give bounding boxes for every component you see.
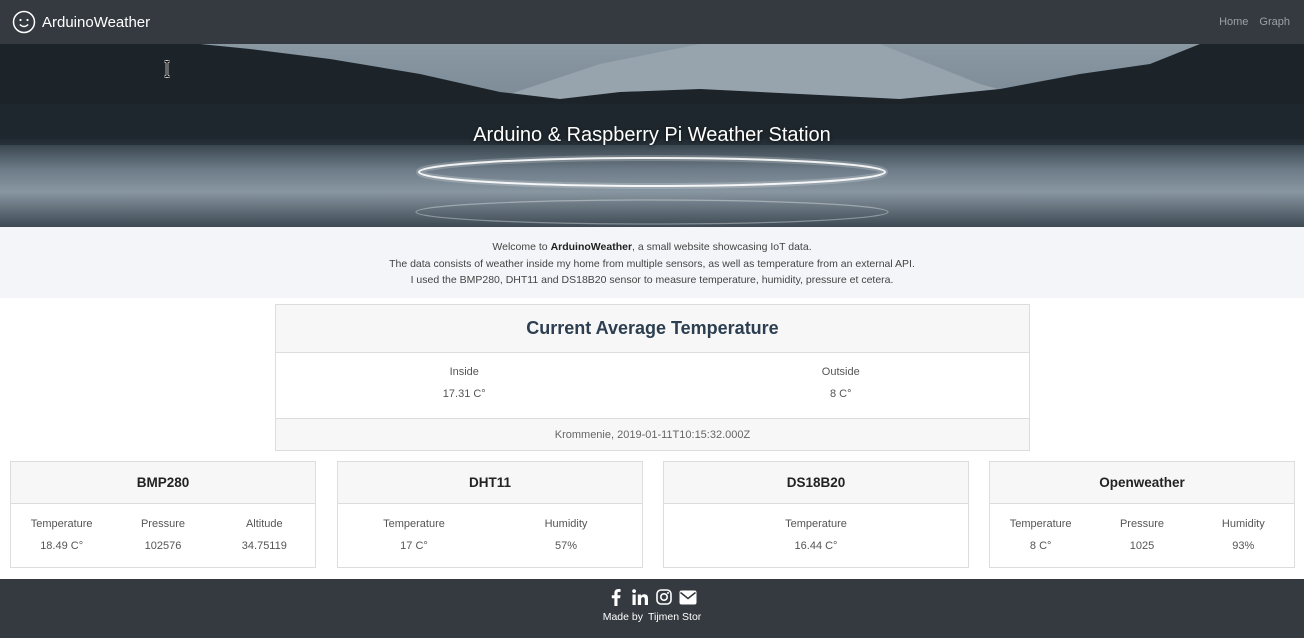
- sensor-field: Humidity 93%: [1193, 518, 1294, 552]
- field-value: 17 C°: [400, 540, 428, 552]
- sensor-field: Pressure 1025: [1091, 518, 1192, 552]
- field-value: 93%: [1232, 540, 1255, 552]
- sensor-field: Temperature 8 C°: [990, 518, 1091, 552]
- sensor-header: Openweather: [990, 462, 1294, 504]
- sensor-header: DS18B20: [664, 462, 968, 504]
- sensor-card-dht11: DHT11 Temperature 17 C° Humidity 57%: [337, 461, 643, 568]
- sensor-field: Temperature 18.49 C°: [11, 518, 112, 552]
- intro-text: , a small website showcasing IoT data.: [632, 241, 812, 253]
- hero-title: Arduino & Raspberry Pi Weather Station: [473, 124, 831, 146]
- smiley-icon: [12, 10, 36, 34]
- field-label: Temperature: [30, 518, 93, 530]
- card-title: Current Average Temperature: [526, 318, 779, 338]
- field-label: Humidity: [1221, 518, 1265, 530]
- field-value: 8 C°: [1029, 540, 1052, 552]
- sensor-body: Temperature 8 C° Pressure 1025 Humidity …: [990, 504, 1294, 552]
- facebook-icon[interactable]: [607, 588, 625, 606]
- field-label: Temperature: [785, 518, 847, 530]
- field-label: Temperature: [1009, 518, 1072, 530]
- field-label: Pressure: [1119, 518, 1164, 530]
- sensor-header: BMP280: [11, 462, 315, 504]
- email-icon[interactable]: [679, 588, 697, 606]
- brand-name: ArduinoWeather: [42, 13, 151, 31]
- field-value: 34.75119: [241, 540, 287, 552]
- card-body: Inside 17.31 C° Outside 8 C°: [276, 353, 1029, 418]
- field-value: 57%: [554, 540, 578, 552]
- footer: Made by Tijmen Stor: [0, 579, 1304, 638]
- field-value: 16.44 C°: [794, 540, 838, 552]
- sensor-card-ds18b20: DS18B20 Temperature 16.44 C°: [663, 461, 969, 568]
- outside-label: Outside: [821, 366, 860, 378]
- inside-column: Inside 17.31 C°: [276, 353, 653, 418]
- footer-credit: Made by Tijmen Stor: [0, 611, 1304, 623]
- sensor-field: Altitude 34.75119: [214, 518, 315, 552]
- inside-label: Inside: [449, 366, 479, 378]
- sensor-card-bmp280: BMP280 Temperature 18.49 C° Pressure 102…: [10, 461, 316, 568]
- nav-graph-link[interactable]: Graph: [1259, 16, 1290, 28]
- sensor-body: Temperature 16.44 C°: [664, 504, 968, 552]
- sensor-title: BMP280: [136, 475, 190, 490]
- sensor-card-openweather: Openweather Temperature 8 C° Pressure 10…: [989, 461, 1295, 568]
- outside-value: 8 C°: [829, 388, 852, 400]
- sensor-body: Temperature 18.49 C° Pressure 102576 Alt…: [11, 504, 315, 552]
- made-by-text: Made by: [602, 611, 643, 623]
- outside-column: Outside 8 C°: [653, 353, 1030, 418]
- field-value: 102576: [144, 540, 182, 552]
- field-value: 1025: [1129, 540, 1155, 552]
- field-label: Temperature: [383, 518, 445, 530]
- nav-links: Home Graph: [1219, 16, 1290, 28]
- intro-text: Welcome to: [492, 241, 551, 253]
- intro-line-3: I used the BMP280, DHT11 and DS18B20 sen…: [410, 274, 894, 286]
- hero-banner: Arduino & Raspberry Pi Weather Station: [0, 44, 1304, 227]
- sensor-field: Temperature 17 C°: [338, 518, 490, 552]
- instagram-icon[interactable]: [655, 588, 673, 606]
- sensor-title: Openweather: [1099, 475, 1185, 490]
- field-label: Humidity: [544, 518, 588, 530]
- field-label: Altitude: [245, 518, 283, 530]
- nav-home-link[interactable]: Home: [1219, 16, 1248, 28]
- sensor-title: DHT11: [468, 475, 512, 490]
- sensor-header: DHT11: [338, 462, 642, 504]
- social-links: [0, 579, 1304, 606]
- text-cursor-icon: [163, 60, 171, 78]
- linkedin-icon[interactable]: [631, 588, 649, 606]
- average-temperature-card: Current Average Temperature Inside 17.31…: [275, 304, 1030, 451]
- intro-line-1: Welcome to ArduinoWeather, a small websi…: [0, 239, 1304, 256]
- inside-value: 17.31 C°: [442, 388, 486, 400]
- intro-line-2: The data consists of weather inside my h…: [389, 257, 915, 270]
- field-label: Pressure: [140, 518, 185, 530]
- brand-link[interactable]: ArduinoWeather: [12, 10, 150, 34]
- navbar: ArduinoWeather Home Graph: [0, 0, 1304, 44]
- card-header: Current Average Temperature: [276, 305, 1029, 353]
- field-value: 18.49 C°: [40, 540, 84, 552]
- author-name: Tijmen Stor: [647, 611, 702, 623]
- sensor-field: Temperature 16.44 C°: [664, 518, 968, 552]
- sensor-field: Humidity 57%: [490, 518, 642, 552]
- sensor-title: DS18B20: [786, 475, 846, 490]
- sensor-field: Pressure 102576: [112, 518, 213, 552]
- intro-section: Welcome to ArduinoWeather, a small websi…: [0, 227, 1304, 298]
- intro-brand: ArduinoWeather: [550, 241, 633, 253]
- sensor-body: Temperature 17 C° Humidity 57%: [338, 504, 642, 552]
- card-footer: Krommenie, 2019-01-11T10:15:32.000Z: [276, 418, 1029, 450]
